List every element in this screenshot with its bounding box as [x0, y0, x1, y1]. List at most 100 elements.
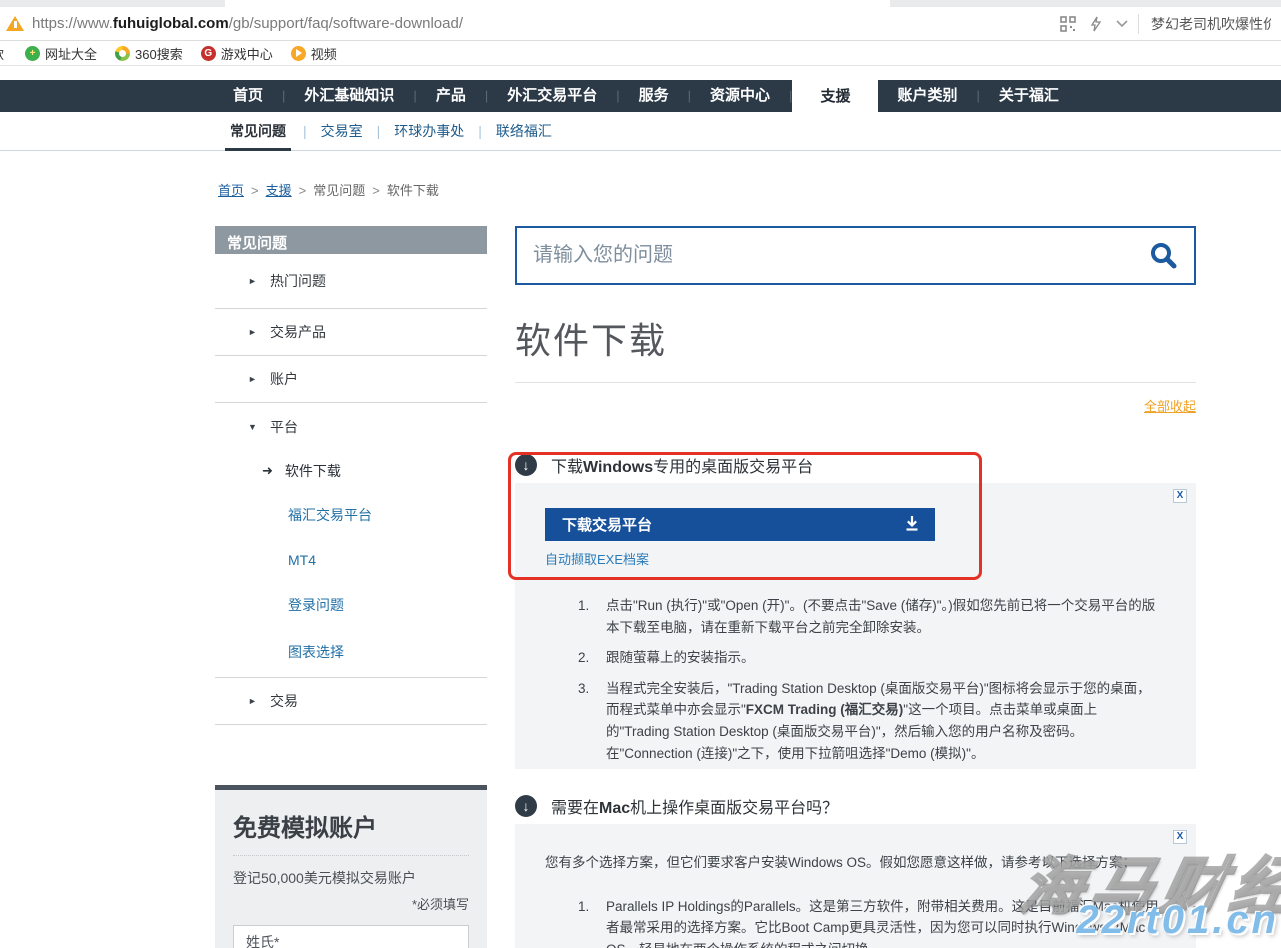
collapse-all-link[interactable]: 全部收起 — [1144, 399, 1196, 414]
triangle-right-icon: ► — [248, 276, 258, 286]
subnav-item-trading-room[interactable]: 交易室 — [319, 121, 365, 141]
subnav-item-global-offices[interactable]: 环球办事处 — [392, 121, 466, 141]
nav-item-forex-basics[interactable]: 外汇基础知识 — [285, 80, 413, 112]
down-arrow-circle-icon: ↓ — [515, 454, 537, 476]
faq-title-segment: 需要在 — [551, 800, 599, 817]
faq-title-segment: 下载 — [551, 459, 583, 476]
triangle-right-icon: ► — [248, 696, 258, 706]
nav-item-account-types[interactable]: 账户类别 — [878, 80, 976, 112]
bookmark-label: 360搜索 — [135, 44, 183, 63]
nav-item-trading-platforms[interactable]: 外汇交易平台 — [488, 80, 616, 112]
nav-item-home[interactable]: 首页 — [214, 80, 282, 112]
bookmark-game-center[interactable]: G 游戏中心 — [201, 44, 273, 63]
sidebar-item-login-issues[interactable]: 登录问题 — [215, 582, 487, 627]
bookmarks-bar: 款 + 网址大全 360搜索 G 游戏中心 视频 — [0, 41, 1281, 66]
last-name-field[interactable] — [233, 925, 469, 948]
mac-options-intro: 您有多个选择方案，但它们要求客户安装Windows OS。假如您愿意这样做，请参… — [545, 852, 1160, 874]
sidebar-item-account[interactable]: ► 账户 — [215, 356, 487, 403]
security-warning-icon[interactable] — [6, 16, 24, 31]
faq-title-segment: 机上操作桌面版交易平台吗？ — [630, 800, 838, 817]
video-icon — [291, 46, 306, 61]
demo-box-title: 免费模拟账户 — [233, 808, 469, 856]
bookmark-partial[interactable]: 款 — [0, 44, 7, 63]
nav-item-support-active[interactable]: 支援 — [792, 80, 878, 119]
url-text[interactable]: https://www.fuhuiglobal.com/gb/support/f… — [32, 15, 1060, 32]
url-prefix: https://www. — [32, 15, 113, 32]
sidebar-item-label: 软件下载 — [285, 461, 341, 481]
download-button-label: 下载交易平台 — [562, 514, 903, 535]
breadcrumb-faq: 常见问题 — [313, 183, 365, 198]
close-icon[interactable]: X — [1173, 489, 1187, 503]
faq-title-segment: Mac — [599, 800, 630, 817]
sidebar-item-trading[interactable]: ► 交易 — [215, 678, 487, 725]
360-search-icon — [115, 46, 130, 61]
sidebar-item-label: 热门问题 — [270, 271, 326, 291]
breadcrumb-support-link[interactable]: 支援 — [266, 183, 292, 198]
list-item: 当程式完全安装后，"Trading Station Desktop (桌面版交易… — [578, 678, 1160, 764]
bookmark-site-collection[interactable]: + 网址大全 — [25, 44, 97, 63]
triangle-right-icon: ► — [248, 374, 258, 384]
sidebar-item-label: 平台 — [270, 417, 298, 437]
nav-item-resources[interactable]: 资源中心 — [691, 80, 789, 112]
nav-item-services[interactable]: 服务 — [620, 80, 688, 112]
sidebar-link-label: 图表选择 — [288, 642, 344, 662]
breadcrumb-separator: > — [251, 183, 259, 198]
list-item: 点击"Run (执行)"或"Open (开)"。(不要点击"Save (储存)"… — [578, 595, 1160, 638]
lightning-icon[interactable] — [1090, 16, 1102, 32]
faq-title: 下载Windows专用的桌面版交易平台 — [551, 453, 813, 477]
bookmark-label: 网址大全 — [45, 44, 97, 63]
arrow-right-icon: ➜ — [262, 463, 273, 479]
faq-search-box — [515, 226, 1196, 285]
required-note: *必须填写 — [233, 894, 469, 913]
sidebar-item-label: 交易产品 — [270, 322, 326, 342]
sidebar-item-fxcm-platform[interactable]: 福汇交易平台 — [215, 492, 487, 537]
close-icon[interactable]: X — [1173, 830, 1187, 844]
breadcrumb-current: 软件下载 — [387, 183, 439, 198]
demo-box-subtitle: 登记50,000美元模拟交易账户 — [233, 868, 469, 888]
search-icon[interactable] — [1148, 241, 1178, 271]
sidebar-item-trading-products[interactable]: ► 交易产品 — [215, 309, 487, 356]
sidebar-item-chart-options[interactable]: 图表选择 — [215, 627, 487, 678]
breadcrumb-separator: > — [299, 183, 307, 198]
subnav-item-faq-active[interactable]: 常见问题 — [225, 112, 291, 151]
exe-auto-link[interactable]: 自动撷取EXE档案 — [545, 549, 649, 568]
breadcrumb-home-link[interactable]: 首页 — [218, 183, 244, 198]
sidebar-item-hot-questions[interactable]: ► 热门问题 — [215, 254, 487, 309]
title-divider — [515, 382, 1196, 383]
subnav-item-contact-fxcm[interactable]: 联络福汇 — [494, 121, 554, 141]
game-center-icon: G — [201, 46, 216, 61]
subnav-divider: | — [303, 123, 307, 139]
chevron-down-icon[interactable] — [1116, 20, 1128, 28]
download-platform-button[interactable]: 下载交易平台 — [545, 508, 935, 541]
breadcrumb: 首页>支援>常见问题>软件下载 — [218, 180, 1196, 199]
browser-url-bar[interactable]: https://www.fuhuiglobal.com/gb/support/f… — [0, 7, 1281, 41]
url-domain: fuhuiglobal.com — [113, 15, 229, 32]
faq-panel-windows: X 下载交易平台 自动撷取EXE档案 点击"Run (执行)"或"Open (开… — [515, 483, 1196, 769]
bookmark-video[interactable]: 视频 — [291, 44, 337, 63]
toolbar-divider — [1138, 14, 1139, 34]
sidebar-item-platform-expanded[interactable]: ▼ 平台 — [215, 403, 487, 450]
faq-item-mac[interactable]: ↓ 需要在Mac机上操作桌面版交易平台吗？ — [515, 794, 1196, 818]
sidebar-item-mt4[interactable]: MT4 — [215, 537, 487, 582]
sidebar-header: 常见问题 — [215, 226, 487, 254]
subnav-divider: | — [377, 123, 381, 139]
search-input[interactable] — [533, 244, 1148, 267]
list-item: 跟随萤幕上的安装指示。 — [578, 647, 1160, 669]
qr-code-icon[interactable] — [1060, 16, 1076, 32]
triangle-right-icon: ► — [248, 327, 258, 337]
free-demo-account-box: 免费模拟账户 登记50,000美元模拟交易账户 *必须填写 — [215, 785, 487, 948]
bookmark-label: 视频 — [311, 44, 337, 63]
nav-item-products[interactable]: 产品 — [417, 80, 485, 112]
bookmark-360-search[interactable]: 360搜索 — [115, 44, 183, 63]
faq-main-content: 软件下载 全部收起 ↓ 下载Windows专用的桌面版交易平台 X 下载交易平台… — [515, 226, 1196, 948]
faq-title-segment: Windows — [583, 459, 653, 476]
nav-item-about-fxcm[interactable]: 关于福汇 — [980, 80, 1078, 112]
mac-options-list: Parallels IP Holdings的Parallels。这是第三方软件，… — [578, 896, 1160, 948]
sidebar-item-software-download-active[interactable]: ➜ 软件下载 — [215, 450, 487, 492]
faq-item-windows-download[interactable]: ↓ 下载Windows专用的桌面版交易平台 — [515, 453, 1196, 477]
url-path: /gb/support/faq/software-download/ — [229, 15, 463, 32]
browser-active-tab[interactable] — [225, 0, 890, 7]
sidebar-link-label: MT4 — [288, 552, 316, 568]
down-arrow-circle-icon: ↓ — [515, 795, 537, 817]
faq-panel-mac: X 您有多个选择方案，但它们要求客户安装Windows OS。假如您愿意这样做，… — [515, 824, 1196, 948]
